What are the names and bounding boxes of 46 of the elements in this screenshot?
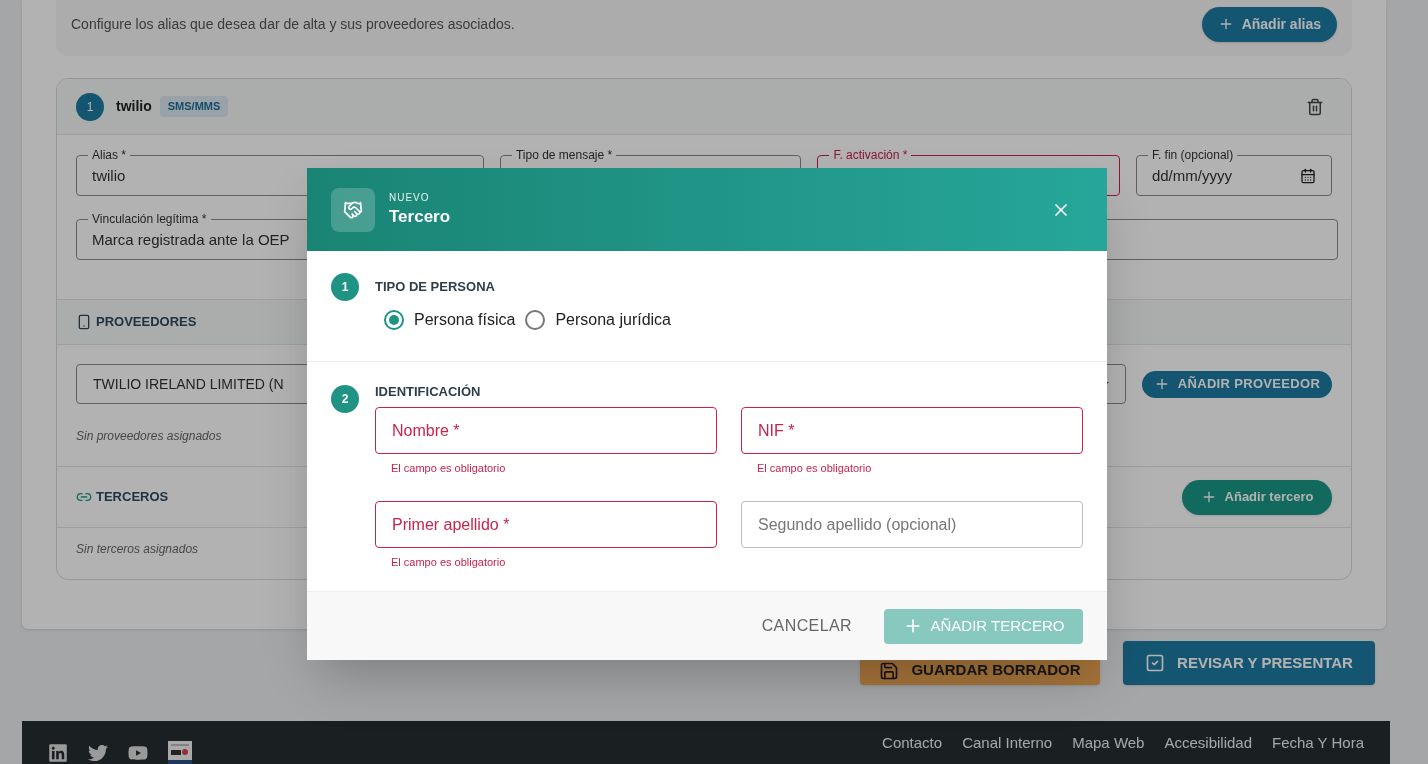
radio-label: Persona física (414, 310, 516, 330)
field-label: F. fin (opcional) (1147, 147, 1238, 163)
footer-link[interactable]: Canal Interno (962, 735, 1053, 751)
footer-link[interactable]: Contacto (882, 735, 943, 751)
step-number: 2 (331, 385, 359, 413)
add-third-party-button[interactable]: Añadir tercero (1182, 479, 1332, 515)
field-label: Vinculación legítima * (88, 211, 211, 227)
error-message: El campo es obligatorio (757, 462, 873, 474)
type-tag: SMS/MMS (159, 96, 229, 117)
input-field[interactable]: Primer apellido * (375, 501, 717, 548)
input-field[interactable]: Nombre * (375, 407, 717, 454)
handshake-icon (331, 187, 375, 232)
error-message: El campo es obligatorio (391, 556, 507, 568)
step-number: 1 (331, 273, 359, 301)
checkbox-icon (1145, 653, 1166, 673)
section-title: TIPO DE PERSONA (375, 278, 496, 296)
empty-message: Sin terceros asignados (76, 541, 199, 557)
dialog-title: Tercero (389, 206, 451, 228)
radio-button[interactable] (384, 310, 404, 330)
section-title: TERCEROS (96, 488, 169, 507)
field-label: Tipo de mensaje * (511, 147, 617, 163)
empty-message: Sin proveedores asignados (76, 428, 222, 444)
bird-icon[interactable] (88, 743, 108, 763)
phone-icon (76, 314, 92, 330)
play-icon[interactable] (128, 743, 148, 763)
alias-name: twilio (116, 97, 152, 116)
number-badge: 1 (76, 92, 104, 121)
footer-link[interactable]: Accesibilidad (1164, 735, 1252, 751)
cancel-button[interactable]: CANCELAR (753, 614, 860, 638)
radio-label: Persona jurídica (555, 310, 671, 330)
input-field[interactable]: NIF * (741, 407, 1083, 454)
radio-button[interactable] (525, 310, 546, 330)
input-field[interactable]: Segundo apellido (opcional) (741, 501, 1083, 548)
section-title: PROVEEDORES (96, 313, 197, 332)
delete-icon[interactable] (1306, 97, 1324, 116)
intro-text: Configure los alias que desea dar de alta y sus proveedores asociados. (71, 14, 515, 34)
submit-button[interactable]: REVISAR Y PRESENTAR (1123, 641, 1375, 685)
section-title: IDENTIFICACIÓN (375, 383, 482, 401)
error-message: El campo es obligatorio (391, 462, 507, 474)
add-alias-button[interactable]: Añadir alias (1201, 6, 1337, 42)
add-provider-button[interactable]: AÑADIR PROVEEDOR (1141, 370, 1332, 398)
footer-link[interactable]: Mapa Web (1072, 735, 1145, 751)
calendar-icon[interactable] (1300, 168, 1316, 184)
save-icon (879, 661, 900, 681)
linkedin-icon[interactable] (48, 743, 68, 763)
footer-link[interactable]: Fecha Y Hora (1272, 735, 1364, 751)
